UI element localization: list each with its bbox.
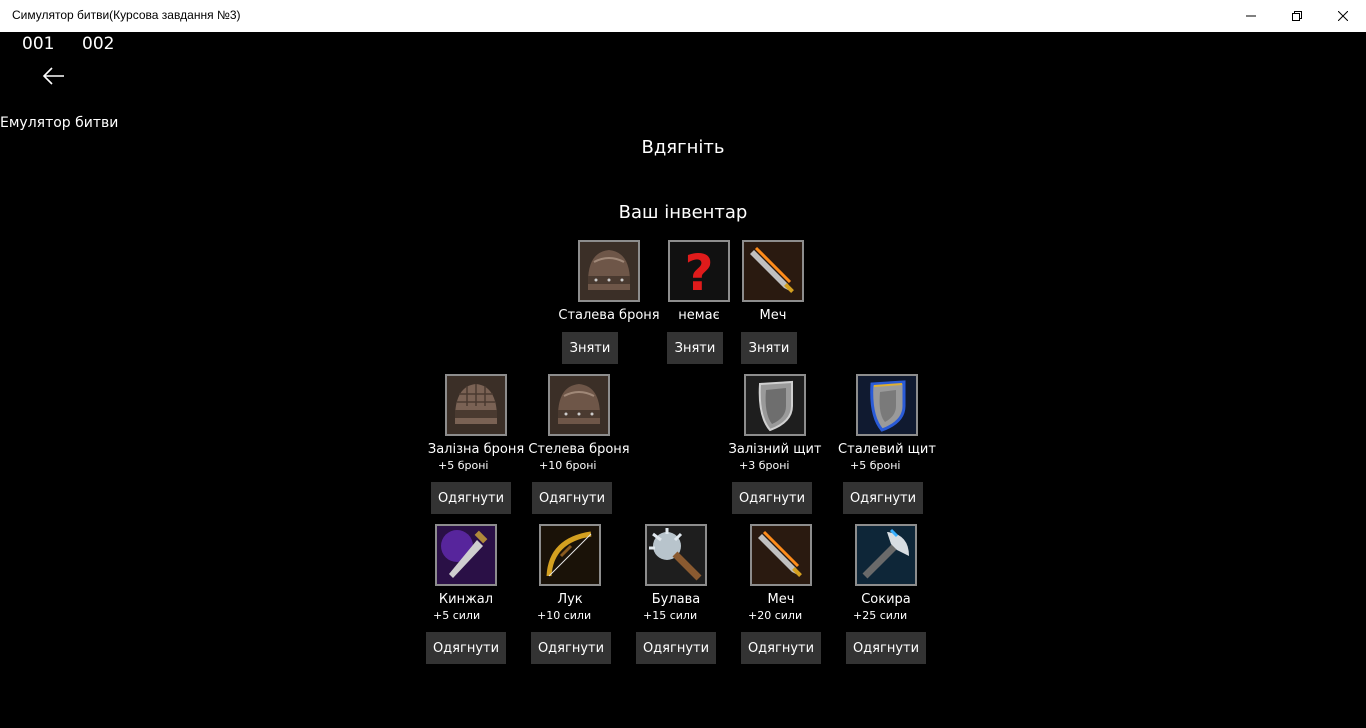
bow-icon <box>539 524 601 586</box>
helmet-icon <box>578 240 640 302</box>
armor-item-steel: Стелева броня +10 броні <box>514 374 644 472</box>
equip-button[interactable]: Одягнути <box>732 482 812 514</box>
back-arrow-icon <box>42 67 64 85</box>
window-titlebar: Симулятор битви(Курсова завдання №3) <box>0 0 1366 32</box>
equip-button[interactable]: Одягнути <box>741 632 821 664</box>
equip-button[interactable]: Одягнути <box>426 632 506 664</box>
equip-button[interactable]: Одягнути <box>532 482 612 514</box>
equipped-weapon-slot: Меч <box>708 240 838 323</box>
armor-item-stat: +3 броні <box>739 459 790 472</box>
helmet-icon <box>445 374 507 436</box>
weapon-item-axe: Сокира +25 сили <box>821 524 951 622</box>
helmet-icon <box>548 374 610 436</box>
close-icon <box>1338 11 1348 21</box>
equip-button[interactable]: Одягнути <box>636 632 716 664</box>
equip-button[interactable]: Одягнути <box>846 632 926 664</box>
app-title: Емулятор битви <box>0 115 119 131</box>
unequip-weapon-button[interactable]: Зняти <box>741 332 797 364</box>
debug-counter-2: 002 <box>82 34 115 54</box>
minimize-icon <box>1246 15 1256 17</box>
debug-counter-1: 001 <box>22 34 55 54</box>
armor-item-name: Залізний щит <box>728 442 822 457</box>
equip-button[interactable]: Одягнути <box>431 482 511 514</box>
restore-button[interactable] <box>1274 0 1320 32</box>
axe-icon <box>855 524 917 586</box>
armor-item-stat: +5 броні <box>850 459 901 472</box>
close-button[interactable] <box>1320 0 1366 32</box>
restore-icon <box>1292 11 1302 21</box>
minimize-button[interactable] <box>1228 0 1274 32</box>
mace-icon <box>645 524 707 586</box>
weapon-item-stat: +25 сили <box>853 609 908 622</box>
window-title: Симулятор битви(Курсова завдання №3) <box>12 8 241 22</box>
weapon-item-name: Сокира <box>861 592 911 607</box>
shield-icon <box>856 374 918 436</box>
equip-button[interactable]: Одягнути <box>843 482 923 514</box>
sword-icon <box>742 240 804 302</box>
unequip-shield-button[interactable]: Зняти <box>667 332 723 364</box>
armor-item-name: Сталевий щит <box>838 442 936 457</box>
armor-item-steel-shield: Сталевий щит +5 броні <box>822 374 952 472</box>
armor-item-iron-shield: Залізний щит +3 броні <box>710 374 840 472</box>
equip-button[interactable]: Одягнути <box>531 632 611 664</box>
armor-item-stat: +10 броні <box>539 459 597 472</box>
shield-icon <box>744 374 806 436</box>
dress-heading: Вдягніть <box>641 137 725 158</box>
dagger-icon <box>435 524 497 586</box>
sword-icon <box>750 524 812 586</box>
equipped-weapon-name: Меч <box>759 308 787 323</box>
inventory-heading: Ваш інвентар <box>618 202 748 223</box>
unequip-armor-button[interactable]: Зняти <box>562 332 618 364</box>
back-button[interactable] <box>38 62 70 90</box>
armor-item-name: Стелева броня <box>528 442 630 457</box>
